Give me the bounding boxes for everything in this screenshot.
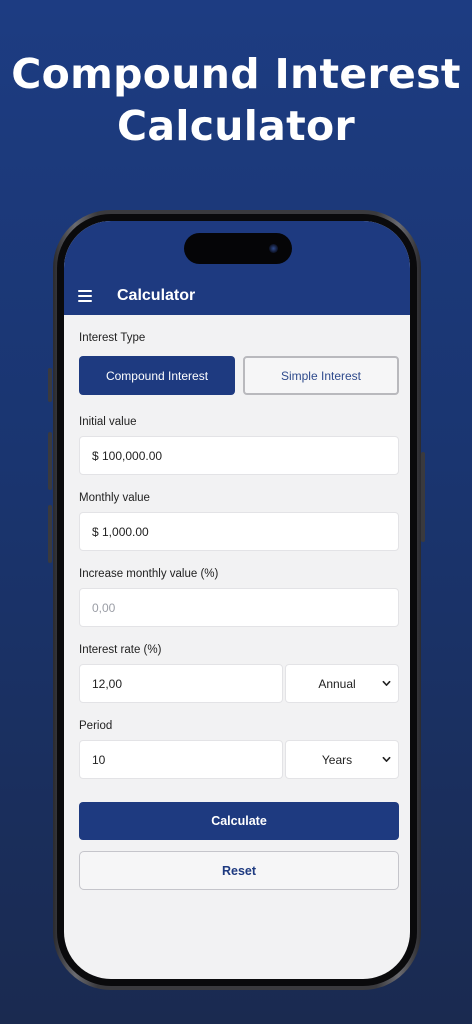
app-bar: Calculator <box>64 277 410 315</box>
period-label: Period <box>79 720 113 732</box>
phone-power-button <box>421 452 425 542</box>
app-title: Calculator <box>117 287 196 304</box>
initial-value-label: Initial value <box>79 416 137 428</box>
headline-line-1: Compound Interest <box>11 50 461 98</box>
chevron-down-icon <box>382 680 391 686</box>
phone-volume-down <box>48 505 52 563</box>
interest-period-select[interactable]: Annual <box>285 664 399 703</box>
phone-screen: Calculator Interest Type Compound Intere… <box>64 221 410 979</box>
monthly-value-label: Monthly value <box>79 492 150 504</box>
phone-bezel: Calculator Interest Type Compound Intere… <box>57 214 417 986</box>
camera-icon <box>269 244 278 253</box>
headline-line-2: Calculator <box>116 102 355 150</box>
monthly-value-input[interactable]: $ 1,000.00 <box>79 512 399 551</box>
increase-monthly-label: Increase monthly value (%) <box>79 568 219 580</box>
interest-rate-input[interactable]: 12,00 <box>79 664 283 703</box>
period-input[interactable]: 10 <box>79 740 283 779</box>
period-unit-value: Years <box>321 752 353 767</box>
compound-interest-button[interactable]: Compound Interest <box>79 356 235 395</box>
phone-silent-switch <box>48 368 52 402</box>
interest-period-value: Annual <box>318 676 356 691</box>
calculate-button[interactable]: Calculate <box>79 802 399 840</box>
promo-headline: Compound Interest Calculator <box>0 48 472 152</box>
reset-button[interactable]: Reset <box>79 851 399 890</box>
hamburger-menu-icon[interactable] <box>78 290 92 302</box>
chevron-down-icon <box>382 756 391 762</box>
interest-type-toggle: Compound Interest Simple Interest <box>79 356 399 395</box>
simple-interest-button[interactable]: Simple Interest <box>243 356 399 395</box>
calculator-form: Interest Type Compound Interest Simple I… <box>79 315 399 890</box>
interest-rate-label: Interest rate (%) <box>79 644 162 656</box>
phone-volume-up <box>48 432 52 490</box>
initial-value-input[interactable]: $ 100,000.00 <box>79 436 399 475</box>
dynamic-island <box>184 233 292 264</box>
period-unit-select[interactable]: Years <box>285 740 399 779</box>
period-row: 10 Years <box>79 740 399 779</box>
interest-rate-row: 12,00 Annual <box>79 664 399 703</box>
interest-type-label: Interest Type <box>79 332 146 344</box>
increase-monthly-input[interactable]: 0,00 <box>79 588 399 627</box>
phone-frame: Calculator Interest Type Compound Intere… <box>53 210 421 990</box>
